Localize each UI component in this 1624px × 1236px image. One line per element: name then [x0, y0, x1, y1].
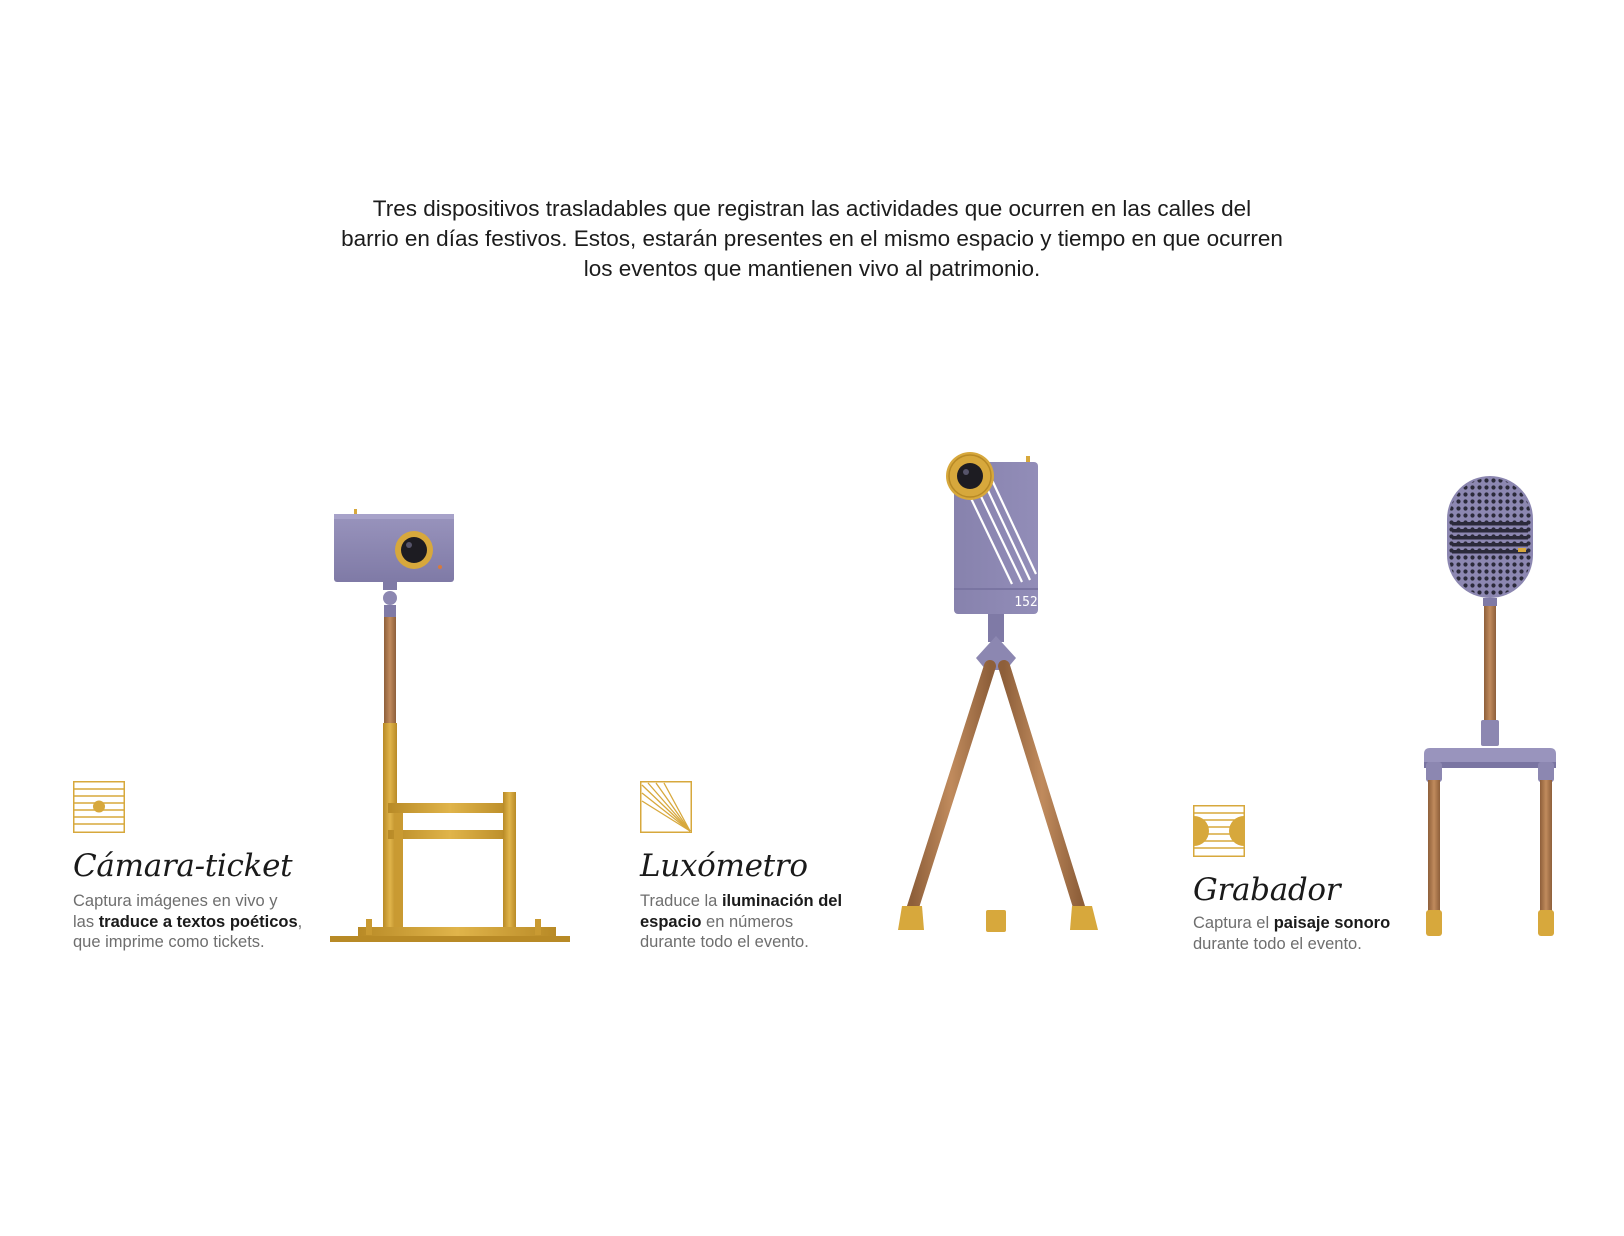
lux-readout: 152	[1014, 595, 1037, 610]
grabador-title: Grabador	[1193, 872, 1341, 908]
intro-line-3: los eventos que mantienen vivo al patrim…	[583, 256, 1041, 281]
luxometro-title: Luxómetro	[640, 848, 808, 884]
sound-half-circles-icon	[1193, 805, 1245, 857]
light-rays-icon	[640, 781, 692, 833]
sun-horizon-icon	[73, 781, 125, 833]
luxometro-device: 152	[898, 452, 1098, 932]
intro-line-1: Tres dispositivos trasladables que regis…	[372, 196, 1252, 221]
grabador-description: Captura el paisaje sonoro durante todo e…	[1193, 914, 1391, 953]
camara-ticket-device	[330, 509, 570, 942]
intro-paragraph: Tres dispositivos trasladables que regis…	[262, 194, 1362, 284]
luxometro-description: Traduce la iluminación del espacio en nú…	[640, 892, 843, 951]
camara-ticket-title: Cámara-ticket	[73, 848, 293, 884]
camara-ticket-description: Captura imágenes en vivo y las traduce a…	[73, 892, 303, 951]
intro-line-2: barrio en días festivos. Estos, estarán …	[341, 226, 1283, 251]
grabador-device	[1424, 476, 1556, 936]
